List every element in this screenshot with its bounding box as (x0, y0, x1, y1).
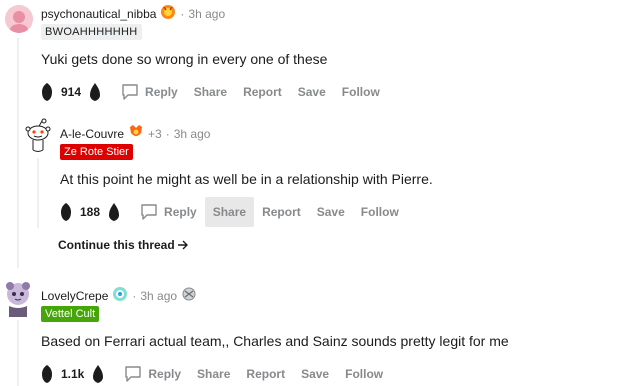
save-button[interactable]: Save (309, 197, 353, 227)
comment-actions: 1.1k Reply Share Report Save Follow (41, 362, 391, 386)
upvote-icon[interactable] (41, 365, 53, 383)
report-button[interactable]: Report (235, 77, 290, 107)
thread-line-2[interactable] (37, 158, 39, 228)
separator-dot: · (132, 288, 137, 303)
vote-controls: 914 (41, 83, 101, 101)
vote-score: 914 (61, 85, 82, 99)
share-button[interactable]: Share (189, 359, 238, 386)
save-button[interactable]: Save (293, 359, 337, 386)
user-flair: Ze Rote Stier (60, 144, 133, 160)
arrow-right-icon (177, 240, 188, 250)
username[interactable]: A-le-Couvre (60, 127, 124, 141)
share-button[interactable]: Share (186, 77, 235, 107)
comment-actions: 188 Reply Share Report Save Follow (60, 197, 407, 227)
share-button[interactable]: Share (204, 197, 255, 227)
downvote-icon[interactable] (89, 83, 101, 101)
comment-body: At this point he might as well be in a r… (60, 171, 433, 187)
user-flair: BWOAHHHHHHH (41, 24, 142, 40)
avatar-icon (5, 5, 33, 33)
username[interactable]: LovelyCrepe (41, 289, 108, 303)
comment-meta: psychonautical_nibba · 3h ago (41, 4, 225, 23)
avatar[interactable] (2, 280, 34, 318)
save-button[interactable]: Save (290, 77, 334, 107)
timestamp[interactable]: 3h ago (140, 289, 177, 303)
award-icon[interactable] (112, 286, 128, 305)
upvote-icon[interactable] (60, 203, 72, 221)
avatar-icon (6, 282, 30, 317)
reply-button[interactable]: Reply (132, 197, 205, 227)
vote-controls: 188 (60, 203, 120, 221)
user-flair: Vettel Cult (41, 306, 100, 322)
comment-body: Yuki gets done so wrong in every one of … (41, 51, 328, 67)
comment-meta: LovelyCrepe · 3h ago (41, 286, 197, 305)
separator-dot: · (165, 126, 170, 141)
vote-score: 188 (80, 205, 101, 219)
report-button[interactable]: Report (254, 197, 309, 227)
follow-button[interactable]: Follow (337, 359, 391, 386)
comment-actions: 914 Reply Share Report Save Follow (41, 80, 388, 104)
downvote-icon[interactable] (108, 203, 120, 221)
thread-line-3[interactable] (17, 320, 19, 386)
avatar[interactable] (5, 5, 33, 33)
vote-score: 1.1k (61, 367, 85, 381)
reply-icon (122, 84, 138, 100)
upvote-icon[interactable] (41, 83, 53, 101)
follow-button[interactable]: Follow (334, 77, 388, 107)
continue-thread-label: Continue this thread (58, 238, 175, 252)
vote-controls: 1.1k (41, 365, 104, 383)
timestamp[interactable]: 3h ago (174, 127, 211, 141)
reply-button[interactable]: Reply (113, 77, 186, 107)
reply-label: Reply (145, 85, 178, 99)
reply-icon (141, 204, 157, 220)
downvote-icon[interactable] (92, 365, 104, 383)
reply-icon (125, 366, 142, 382)
award-icon[interactable] (128, 124, 144, 143)
comment-body: Based on Ferrari actual team,, Charles a… (41, 333, 509, 349)
avatar[interactable] (24, 118, 52, 154)
snoo-avatar-icon (25, 118, 51, 152)
award-icon[interactable] (181, 286, 197, 305)
thread-line-1[interactable] (17, 38, 19, 268)
award-icon[interactable] (160, 4, 176, 23)
reply-button[interactable]: Reply (116, 359, 189, 386)
continue-thread-link[interactable]: Continue this thread (58, 238, 189, 252)
report-button[interactable]: Report (238, 359, 293, 386)
extra-awards-count[interactable]: +3 (148, 127, 162, 141)
reply-label: Reply (164, 205, 197, 219)
comment-meta: A-le-Couvre +3 · 3h ago (60, 124, 210, 143)
reply-label: Reply (148, 367, 182, 381)
follow-button[interactable]: Follow (353, 197, 407, 227)
username[interactable]: psychonautical_nibba (41, 7, 156, 21)
separator-dot: · (180, 6, 185, 21)
timestamp[interactable]: 3h ago (188, 7, 225, 21)
